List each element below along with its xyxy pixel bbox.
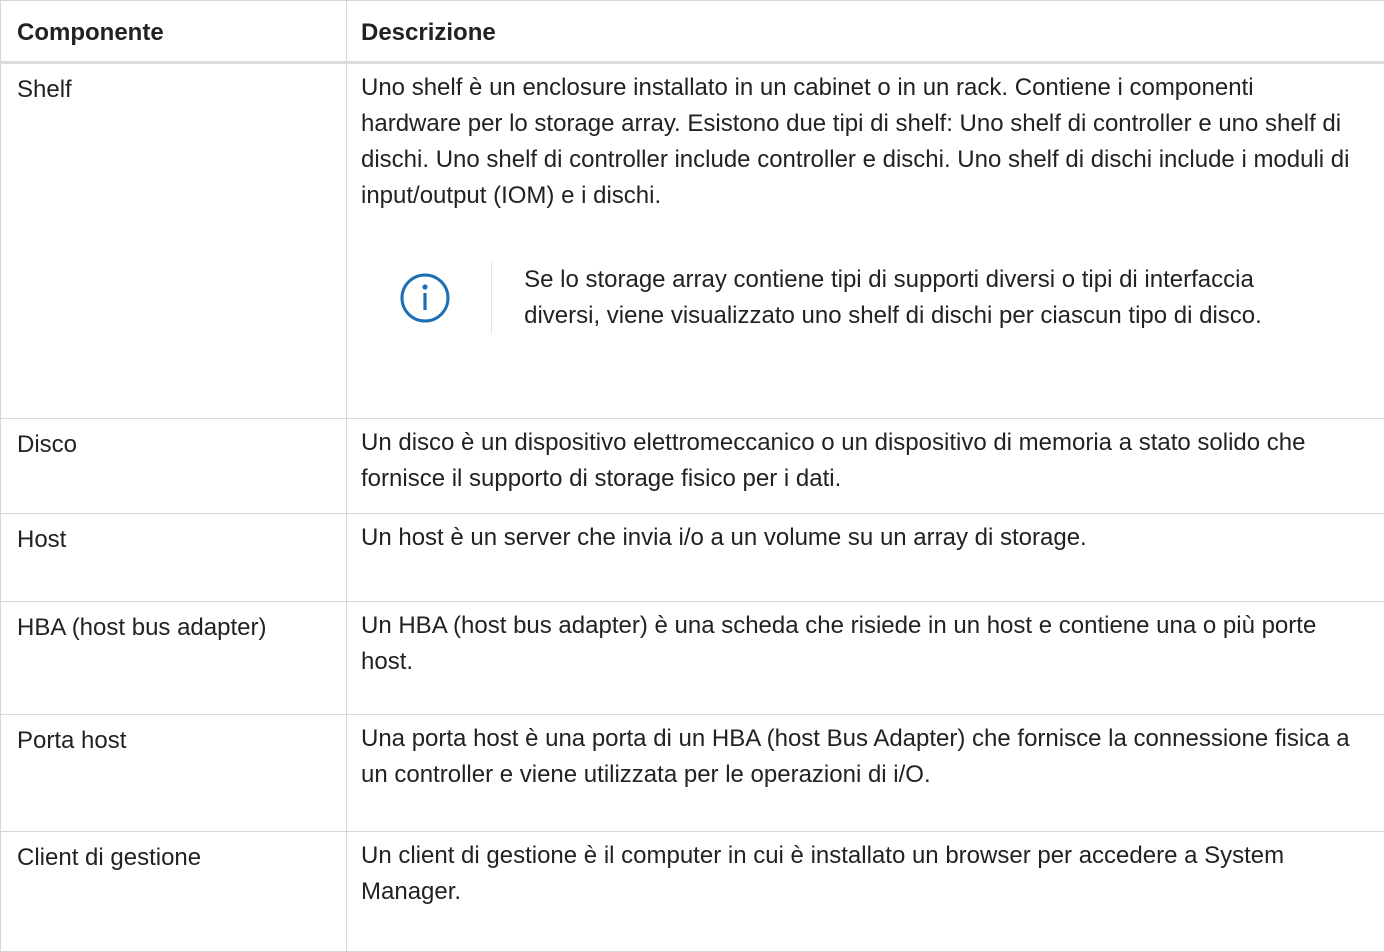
component-description: Un HBA (host bus adapter) è una scheda c… (347, 602, 1384, 715)
info-note: Se lo storage array contiene tipi di sup… (361, 262, 1354, 334)
component-description: Un disco è un dispositivo elettromeccani… (347, 419, 1384, 514)
component-name: Porta host (1, 715, 347, 832)
column-header-component: Componente (1, 1, 347, 63)
component-name: Shelf (1, 63, 347, 419)
note-text: Se lo storage array contiene tipi di sup… (492, 262, 1354, 334)
component-description: Uno shelf è un enclosure installato in u… (361, 70, 1354, 214)
component-description: Una porta host è una porta di un HBA (ho… (347, 715, 1384, 832)
column-header-description: Descrizione (347, 1, 1384, 63)
component-name: Host (1, 514, 347, 602)
component-name: Disco (1, 419, 347, 514)
components-table: Componente Descrizione Shelf Uno shelf è… (0, 0, 1384, 952)
table-row: Disco Un disco è un dispositivo elettrom… (1, 419, 1384, 514)
table-row: Shelf Uno shelf è un enclosure installat… (1, 63, 1384, 419)
component-name: Client di gestione (1, 832, 347, 952)
component-description: Un client di gestione è il computer in c… (347, 832, 1384, 952)
component-description: Un host è un server che invia i/o a un v… (347, 514, 1384, 602)
component-description-cell: Uno shelf è un enclosure installato in u… (347, 63, 1384, 419)
table-row: Host Un host è un server che invia i/o a… (1, 514, 1384, 602)
component-name: HBA (host bus adapter) (1, 602, 347, 715)
table-row: HBA (host bus adapter) Un HBA (host bus … (1, 602, 1384, 715)
header-row: Componente Descrizione (1, 1, 1384, 63)
info-icon (398, 271, 452, 325)
table-row: Client di gestione Un client di gestione… (1, 832, 1384, 952)
table-row: Porta host Una porta host è una porta di… (1, 715, 1384, 832)
